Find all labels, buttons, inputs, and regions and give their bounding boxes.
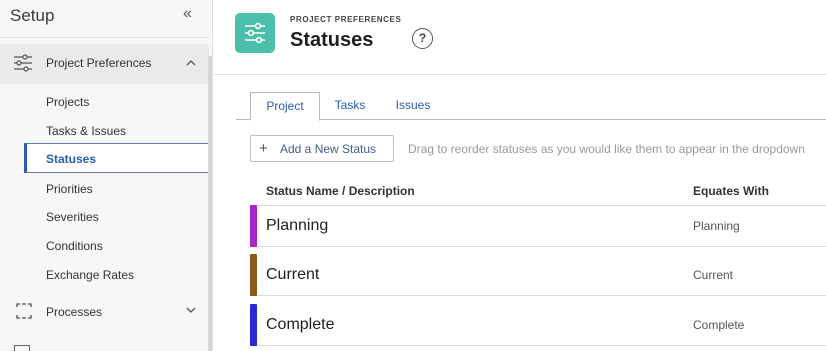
sidebar-item-label: Statuses xyxy=(46,152,97,166)
sidebar-item-tasks-issues[interactable]: Tasks & Issues xyxy=(24,116,209,144)
sidebar-group-label: Processes xyxy=(46,305,103,319)
column-header-equates-with[interactable]: Equates With xyxy=(693,184,769,198)
plus-icon: + xyxy=(259,140,268,157)
sidebar-item-projects[interactable]: Projects xyxy=(24,87,209,115)
sidebar-item-exchange-rates[interactable]: Exchange Rates xyxy=(24,260,209,288)
status-equates-with: Complete xyxy=(693,318,745,332)
setup-sidebar: Setup « Project Preferences Projects Tas… xyxy=(0,0,213,351)
sidebar-group-processes[interactable]: Processes xyxy=(0,295,209,331)
sidebar-item-label: Tasks & Issues xyxy=(46,124,127,138)
table-row[interactable]: Complete Complete xyxy=(250,304,826,346)
status-equates-with: Planning xyxy=(693,219,740,233)
sidebar-scrollbar[interactable] xyxy=(208,56,212,351)
add-new-status-button[interactable]: + Add a New Status xyxy=(250,135,394,162)
chevron-down-icon xyxy=(185,303,197,321)
status-name[interactable]: Complete xyxy=(266,316,334,334)
tab-project[interactable]: Project xyxy=(250,92,320,121)
status-color-bar[interactable] xyxy=(250,205,257,247)
sidebar-item-label: Exchange Rates xyxy=(46,268,135,282)
status-equates-with: Current xyxy=(693,268,734,282)
sidebar-group-project-preferences[interactable]: Project Preferences xyxy=(0,44,209,84)
sidebar-item-label: Conditions xyxy=(46,239,103,253)
status-color-bar[interactable] xyxy=(250,254,257,296)
processes-icon xyxy=(14,301,34,326)
page-title: Statuses xyxy=(290,29,374,51)
sidebar-item-label: Priorities xyxy=(46,182,93,196)
sidebar-title: Setup xyxy=(10,6,55,25)
sidebar-item-label: Projects xyxy=(46,95,90,109)
status-name[interactable]: Planning xyxy=(266,217,328,235)
table-row[interactable]: Planning Planning xyxy=(250,205,826,247)
status-color-bar[interactable] xyxy=(250,304,257,346)
status-tabs: Project Tasks Issues xyxy=(236,92,826,121)
page-header: PROJECT PREFERENCES Statuses ? xyxy=(214,0,826,75)
sliders-icon xyxy=(235,13,275,53)
sidebar-item-priorities[interactable]: Priorities xyxy=(24,174,209,202)
sidebar-next-group-icon xyxy=(14,345,30,351)
status-name[interactable]: Current xyxy=(266,266,319,284)
sliders-icon xyxy=(12,53,34,78)
help-icon[interactable]: ? xyxy=(412,28,433,49)
page-eyebrow: PROJECT PREFERENCES xyxy=(290,15,402,24)
add-new-status-label: Add a New Status xyxy=(280,142,377,156)
tab-issues[interactable]: Issues xyxy=(387,92,439,120)
double-chevron-left-icon[interactable]: « xyxy=(183,5,192,23)
sidebar-header: Setup « xyxy=(0,0,209,38)
reorder-hint: Drag to reorder statuses as you would li… xyxy=(408,142,805,156)
sidebar-item-statuses[interactable]: Statuses xyxy=(24,143,209,173)
sidebar-group-label: Project Preferences xyxy=(46,56,152,70)
column-header-status-name[interactable]: Status Name / Description xyxy=(266,184,415,198)
sidebar-item-label: Severities xyxy=(46,210,99,224)
chevron-up-icon xyxy=(185,56,197,74)
sidebar-item-conditions[interactable]: Conditions xyxy=(24,231,209,259)
table-row[interactable]: Current Current xyxy=(250,254,826,296)
tab-tasks[interactable]: Tasks xyxy=(326,92,374,120)
sidebar-item-severities[interactable]: Severities xyxy=(24,202,209,230)
